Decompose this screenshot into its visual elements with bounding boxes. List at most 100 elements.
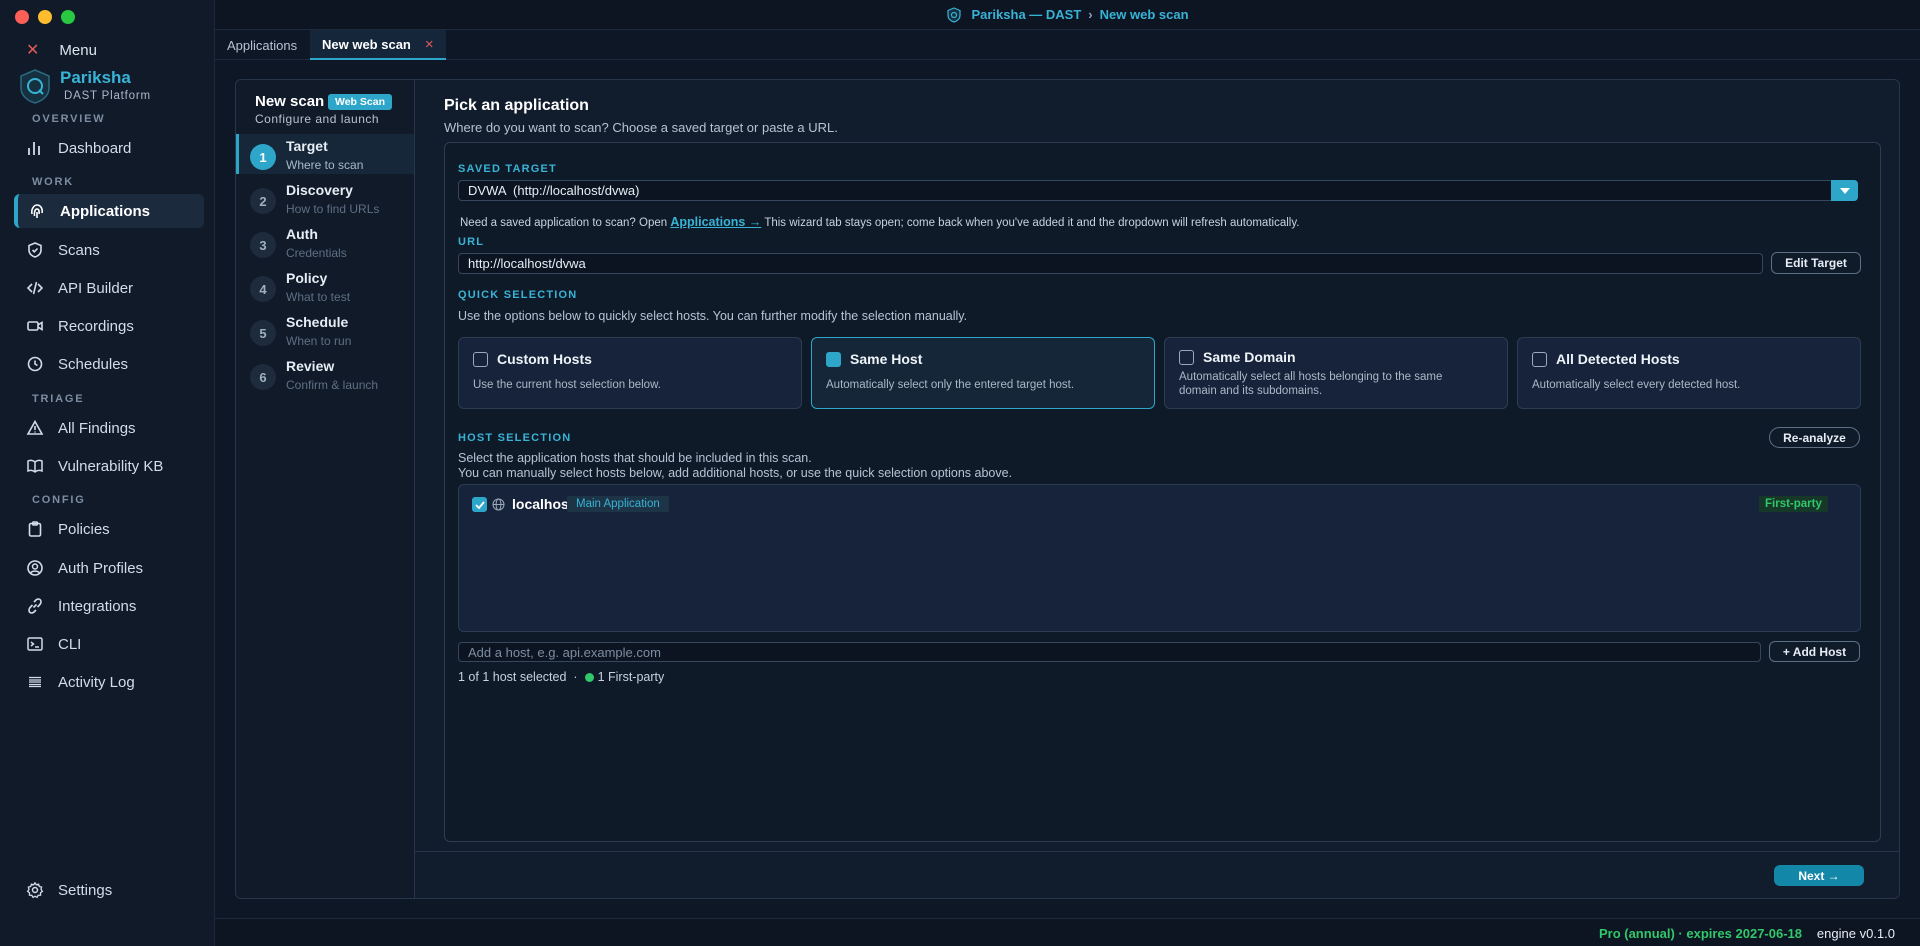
step-number: 4 — [250, 276, 276, 302]
sidebar-item-label: Schedules — [58, 355, 129, 373]
step-policy[interactable]: 4 Policy What to test — [236, 266, 414, 306]
tab-label: Applications — [227, 37, 298, 53]
saved-target-label: SAVED TARGET — [458, 163, 557, 175]
sidebar-item-dashboard[interactable]: Dashboard — [14, 131, 204, 165]
saved-target-select[interactable]: DVWA (http://localhost/dvwa) — [458, 180, 1858, 201]
sidebar-item-label: Applications — [60, 202, 151, 220]
quick-option-same-host[interactable]: Same Host Automatically select only the … — [811, 337, 1155, 409]
option-description: Automatically select all hosts belonging… — [1179, 371, 1443, 397]
quick-option-custom-hosts[interactable]: Custom Hosts Use the current host select… — [458, 337, 802, 409]
next-button[interactable]: Next → — [1774, 865, 1864, 886]
edit-target-button[interactable]: Edit Target — [1771, 252, 1861, 274]
zoom-window-button[interactable] — [61, 10, 75, 24]
url-field[interactable]: http://localhost/dvwa — [458, 253, 1763, 274]
section-config: CONFIG — [32, 494, 86, 506]
globe-icon — [492, 498, 505, 511]
host-selection-description: Select the application hosts that should… — [458, 451, 812, 465]
wizard-card: New scan Web Scan Configure and launch 1… — [235, 79, 1900, 899]
section-overview: OVERVIEW — [32, 113, 106, 125]
url-label: URL — [458, 236, 485, 248]
saved-target-hint: Need a saved application to scan? Open A… — [460, 215, 1299, 229]
fingerprint-icon — [31, 204, 43, 218]
sidebar-item-vulnerability-kb[interactable]: Vulnerability KB — [14, 449, 204, 483]
re-analyze-button[interactable]: Re-analyze — [1769, 427, 1860, 448]
step-target[interactable]: 1 Target Where to scan — [236, 134, 414, 174]
step-title: Schedule — [286, 314, 349, 330]
brand-name: Pariksha — [60, 68, 131, 87]
step-discovery[interactable]: 2 Discovery How to find URLs — [236, 178, 414, 218]
sidebar-item-recordings[interactable]: Recordings — [14, 309, 204, 343]
checkbox[interactable] — [473, 352, 488, 367]
option-title: Same Domain — [1203, 349, 1296, 365]
option-description: Automatically select every detected host… — [1532, 379, 1741, 391]
wizard-steps: New scan Web Scan Configure and launch 1… — [236, 80, 415, 898]
close-window-button[interactable] — [15, 10, 29, 24]
quick-option-same-domain[interactable]: Same Domain Automatically select all hos… — [1164, 337, 1508, 409]
sidebar-item-label: Auth Profiles — [58, 559, 144, 577]
hint-text: This wizard tab stays open; come back wh… — [764, 217, 1300, 229]
window-title: Pariksha — DAST — [971, 7, 1082, 22]
checkbox[interactable] — [1179, 350, 1194, 365]
step-number: 5 — [250, 320, 276, 346]
step-auth[interactable]: 3 Auth Credentials — [236, 222, 414, 262]
checkbox[interactable] — [1532, 352, 1547, 367]
sidebar-item-all-findings[interactable]: All Findings — [14, 411, 204, 445]
saved-target-value: DVWA (http://localhost/dvwa) — [468, 183, 640, 198]
step-number: 1 — [250, 144, 276, 170]
warning-icon — [26, 419, 44, 435]
app-logo-icon — [946, 6, 962, 23]
add-host-input[interactable]: Add a host, e.g. api.example.com — [458, 642, 1761, 662]
summary-count: 1 of 1 host selected — [458, 670, 567, 684]
host-checkbox-checked[interactable] — [472, 497, 487, 512]
sidebar-item-api-builder[interactable]: API Builder — [14, 271, 204, 305]
step-title: Discovery — [286, 182, 353, 198]
host-selection-description: You can manually select hosts below, add… — [458, 466, 1013, 480]
add-host-button[interactable]: + Add Host — [1769, 641, 1860, 662]
tab-close-icon[interactable]: × — [425, 36, 434, 53]
checkbox-checked[interactable] — [826, 352, 841, 367]
sidebar-item-scans[interactable]: Scans — [14, 233, 204, 267]
applications-link[interactable]: Applications → — [670, 215, 761, 229]
sidebar-item-integrations[interactable]: Integrations — [14, 589, 204, 623]
step-review[interactable]: 6 Review Confirm & launch — [236, 354, 414, 394]
sidebar-item-settings[interactable]: Settings — [14, 873, 204, 907]
status-bar: Pro (annual) · expires 2027-06-18 engine… — [215, 918, 1920, 946]
step-title: Auth — [286, 226, 318, 242]
breadcrumb: New web scan — [1099, 7, 1189, 22]
chevron-down-icon — [1839, 187, 1850, 194]
wizard-subtitle: Configure and launch — [255, 112, 380, 126]
page-description: Where do you want to scan? Choose a save… — [444, 120, 838, 135]
summary-separator: · — [573, 670, 578, 684]
tab-bar: Applications New web scan × — [215, 30, 1920, 60]
menu-label: Menu — [59, 41, 97, 59]
option-description: Use the current host selection below. — [473, 379, 661, 391]
quick-selection-description: Use the options below to quickly select … — [458, 309, 968, 323]
sidebar: ✕ Menu Pariksha DAST Platform OVERVIEW D… — [0, 0, 215, 946]
sidebar-item-cli[interactable]: CLI — [14, 627, 204, 661]
sidebar-item-policies[interactable]: Policies — [14, 512, 204, 546]
sidebar-item-applications[interactable]: Applications — [14, 194, 204, 228]
step-title: Review — [286, 358, 335, 374]
tab-applications[interactable]: Applications — [215, 30, 309, 60]
selection-summary: 1 of 1 host selected · 1 First-party — [458, 670, 664, 684]
url-value: http://localhost/dvwa — [468, 256, 586, 271]
sidebar-item-schedules[interactable]: Schedules — [14, 347, 204, 381]
host-selection-label: HOST SELECTION — [458, 432, 572, 444]
step-subtitle: Confirm & launch — [286, 378, 379, 392]
option-title: Custom Hosts — [497, 351, 592, 367]
quick-option-all-detected-hosts[interactable]: All Detected Hosts Automatically select … — [1517, 337, 1861, 409]
step-schedule[interactable]: 5 Schedule When to run — [236, 310, 414, 350]
menu-toggle[interactable]: ✕ Menu — [26, 40, 97, 60]
video-icon — [27, 321, 43, 331]
host-row[interactable]: localhost Main Application First-party — [459, 493, 1860, 517]
step-subtitle: When to run — [286, 334, 352, 348]
sidebar-item-auth-profiles[interactable]: Auth Profiles — [14, 551, 204, 585]
quick-selection-label: QUICK SELECTION — [458, 289, 578, 301]
sidebar-item-activity-log[interactable]: Activity Log — [14, 665, 204, 699]
minimize-window-button[interactable] — [38, 10, 52, 24]
engine-version: engine v0.1.0 — [1816, 926, 1895, 941]
dropdown-button[interactable] — [1831, 180, 1858, 201]
clock-icon — [27, 356, 43, 372]
tab-new-web-scan[interactable]: New web scan × — [310, 30, 446, 60]
step-subtitle: Where to scan — [286, 158, 364, 172]
